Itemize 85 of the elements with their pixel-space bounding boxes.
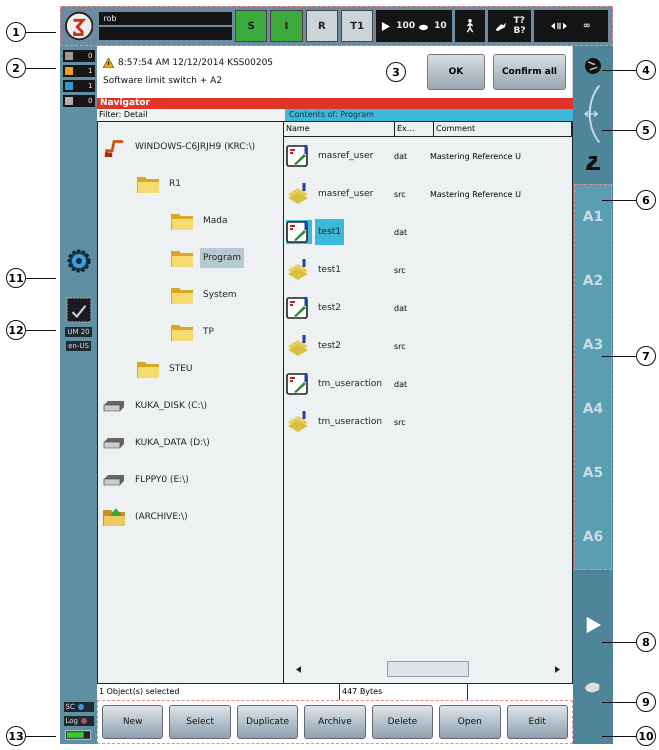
archive-folder-icon xyxy=(102,506,126,528)
file-name[interactable]: masref_user xyxy=(315,143,376,169)
tree-item[interactable]: FLPPY0 (E:\) xyxy=(132,470,192,490)
tree-item[interactable]: KUKA_DISK (C:\) xyxy=(132,396,210,416)
globe-icon[interactable] xyxy=(583,56,603,76)
file-extension: dat xyxy=(394,380,408,388)
softkey-button[interactable]: Duplicate xyxy=(236,705,298,739)
base-value: B? xyxy=(513,26,526,36)
tool-cell[interactable]: T? B? xyxy=(488,10,531,42)
callout-number: 13 xyxy=(6,726,26,746)
tree-item[interactable]: KUKA_DATA (D:\) xyxy=(132,432,213,452)
status-key[interactable]: T1 xyxy=(340,10,374,42)
column-header[interactable]: Ex... xyxy=(395,122,434,136)
column-header[interactable]: Name xyxy=(284,122,395,136)
scroll-right-icon[interactable] xyxy=(555,666,560,672)
filter-label: Filter: Detail xyxy=(97,109,285,121)
message-button[interactable]: OK xyxy=(426,54,485,90)
callout-number: 10 xyxy=(636,726,656,746)
file-extension: src xyxy=(394,418,407,426)
gear-icon[interactable] xyxy=(66,249,90,273)
softkey-button[interactable]: Open xyxy=(439,705,501,739)
tree-item[interactable]: System xyxy=(200,284,240,304)
robot-logo-icon[interactable] xyxy=(65,11,94,41)
softkey-button[interactable]: Delete xyxy=(372,705,434,739)
callout-number: 6 xyxy=(636,190,656,210)
file-name[interactable]: tm_useraction xyxy=(315,409,386,435)
contents-title: Contents of: Program xyxy=(285,109,573,121)
callout-number: 4 xyxy=(636,60,656,80)
column-header[interactable]: Comment xyxy=(434,122,572,136)
warning-icon xyxy=(103,58,114,68)
softkey-button[interactable]: New xyxy=(102,705,164,739)
file-extension: dat xyxy=(394,304,408,312)
message-text: Software limit switch + A2 xyxy=(103,76,224,86)
robot-name-field[interactable]: rob xyxy=(99,12,232,25)
callout-number: 8 xyxy=(636,632,656,652)
softkey-button[interactable]: Select xyxy=(169,705,231,739)
play-icon xyxy=(381,22,390,30)
tree-item[interactable]: TP xyxy=(200,322,217,342)
scroll-left-icon[interactable] xyxy=(296,666,301,672)
tree-item[interactable]: STEU xyxy=(166,358,196,378)
callout-number: 12 xyxy=(6,320,26,340)
tree-item[interactable]: Program xyxy=(200,248,244,268)
file-name[interactable]: tm_useraction xyxy=(315,371,386,397)
file-extension: src xyxy=(394,342,407,350)
status-key[interactable]: R xyxy=(306,10,338,42)
callout-number: 11 xyxy=(6,268,26,288)
status-key[interactable]: I xyxy=(270,10,303,42)
tree-item[interactable]: (ARCHIVE:\) xyxy=(132,506,191,526)
file-name[interactable]: test2 xyxy=(315,333,344,359)
tree-item[interactable]: WINDOWS-C6JRJH9 (KRC:\) xyxy=(132,136,258,156)
file-extension: src xyxy=(394,190,407,198)
file-name[interactable]: test2 xyxy=(315,295,344,321)
callout-number: 7 xyxy=(636,346,656,366)
file-extension: dat xyxy=(394,152,408,160)
message-button[interactable]: Confirm all xyxy=(492,54,566,90)
callout-number: 1 xyxy=(6,22,26,42)
tree-item[interactable]: R1 xyxy=(166,174,184,194)
file-name[interactable]: test1 xyxy=(315,219,344,245)
increment-cell[interactable]: ∞ xyxy=(534,10,608,42)
callout-number: 2 xyxy=(6,58,26,78)
file-comment: Mastering Reference U xyxy=(430,190,522,198)
softkey-button[interactable]: Edit xyxy=(506,705,568,739)
override-value: 100 xyxy=(396,21,416,31)
override-cell[interactable]: 100 10 xyxy=(376,10,452,42)
increment-value: ∞ xyxy=(583,21,591,31)
navigator-title: Navigator xyxy=(97,98,573,109)
callout-number: 9 xyxy=(636,692,656,712)
message-time: 8:57:54 AM 12/12/2014 KSS00205 xyxy=(118,58,274,68)
tree-item[interactable]: Mada xyxy=(200,210,231,230)
tool-value: T? xyxy=(513,16,526,26)
battery-icon xyxy=(64,730,92,740)
data-file-icon xyxy=(286,220,312,244)
walk-cell[interactable] xyxy=(454,10,486,42)
file-extension: src xyxy=(394,266,407,274)
softkey-button[interactable]: Archive xyxy=(304,705,366,739)
file-extension: dat xyxy=(394,228,408,236)
file-name[interactable]: test1 xyxy=(315,257,344,283)
jog-override-value: 10 xyxy=(434,21,447,31)
play-icon[interactable] xyxy=(584,616,602,634)
file-comment: Mastering Reference U xyxy=(430,152,522,160)
status-key[interactable]: S xyxy=(235,10,268,42)
file-name[interactable]: masref_user xyxy=(315,181,376,207)
clock-icon[interactable] xyxy=(66,297,92,323)
callout-number: 5 xyxy=(636,120,656,140)
program-name-field[interactable] xyxy=(99,27,232,40)
